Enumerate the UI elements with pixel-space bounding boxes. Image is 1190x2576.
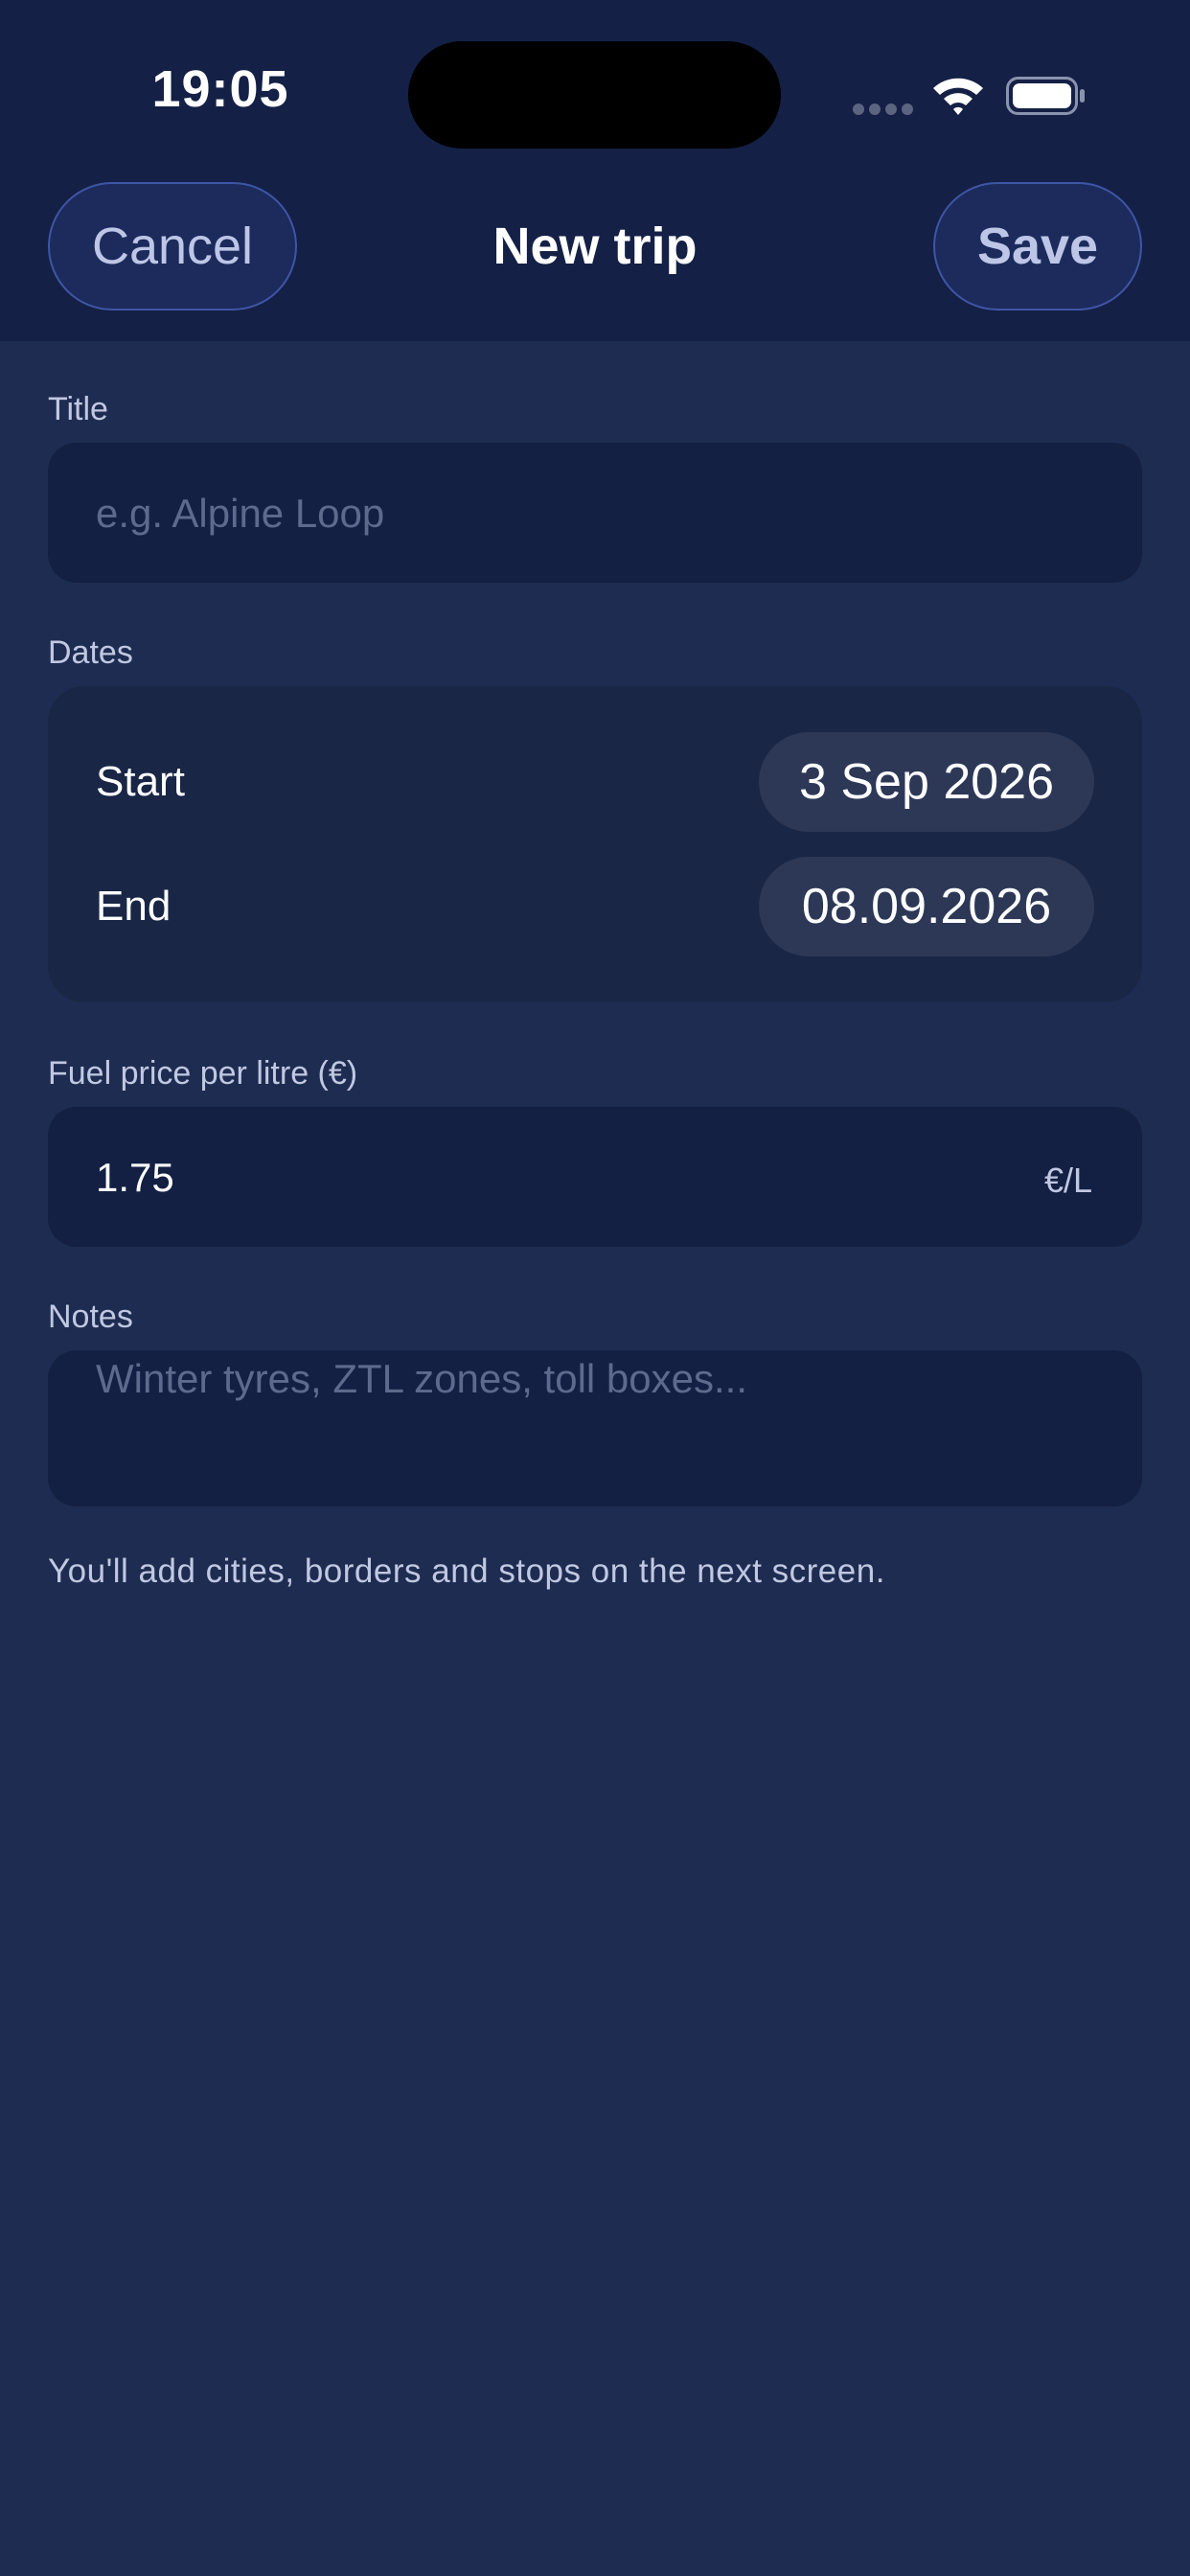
top-bar: 19:05 Cancel New trip Save bbox=[0, 0, 1190, 341]
dates-label: Dates bbox=[48, 634, 133, 671]
helper-footnote: You'll add cities, borders and stops on … bbox=[48, 1552, 885, 1590]
notes-label: Notes bbox=[48, 1299, 133, 1335]
start-date-label: Start bbox=[96, 758, 185, 805]
title-label: Title bbox=[48, 391, 108, 427]
page-title: New trip bbox=[492, 218, 698, 275]
status-time: 19:05 bbox=[151, 60, 289, 118]
start-date-picker[interactable]: 3 Sep 2026 bbox=[759, 732, 1094, 832]
fuel-price-label: Fuel price per litre (€) bbox=[48, 1055, 358, 1092]
notes-placeholder: Winter tyres, ZTL zones, toll boxes... bbox=[96, 1356, 747, 1401]
battery-icon bbox=[1006, 77, 1085, 115]
cancel-button[interactable]: Cancel bbox=[48, 182, 297, 310]
title-input[interactable]: e.g. Alpine Loop bbox=[48, 443, 1142, 583]
end-date-label: End bbox=[96, 883, 172, 930]
save-button[interactable]: Save bbox=[933, 182, 1142, 310]
dynamic-island bbox=[408, 41, 781, 149]
cellular-signal-icon bbox=[853, 104, 913, 117]
dates-card: Start 3 Sep 2026 End 08.09.2026 bbox=[48, 686, 1142, 1002]
fuel-price-unit: €/L bbox=[1043, 1161, 1092, 1200]
fuel-price-input[interactable]: 1.75 €/L bbox=[48, 1107, 1142, 1247]
fuel-price-value: 1.75 bbox=[96, 1155, 174, 1200]
end-date-picker[interactable]: 08.09.2026 bbox=[759, 857, 1094, 956]
notes-textarea[interactable]: Winter tyres, ZTL zones, toll boxes... bbox=[48, 1350, 1142, 1506]
wifi-icon bbox=[933, 78, 983, 115]
title-placeholder: e.g. Alpine Loop bbox=[96, 491, 385, 536]
